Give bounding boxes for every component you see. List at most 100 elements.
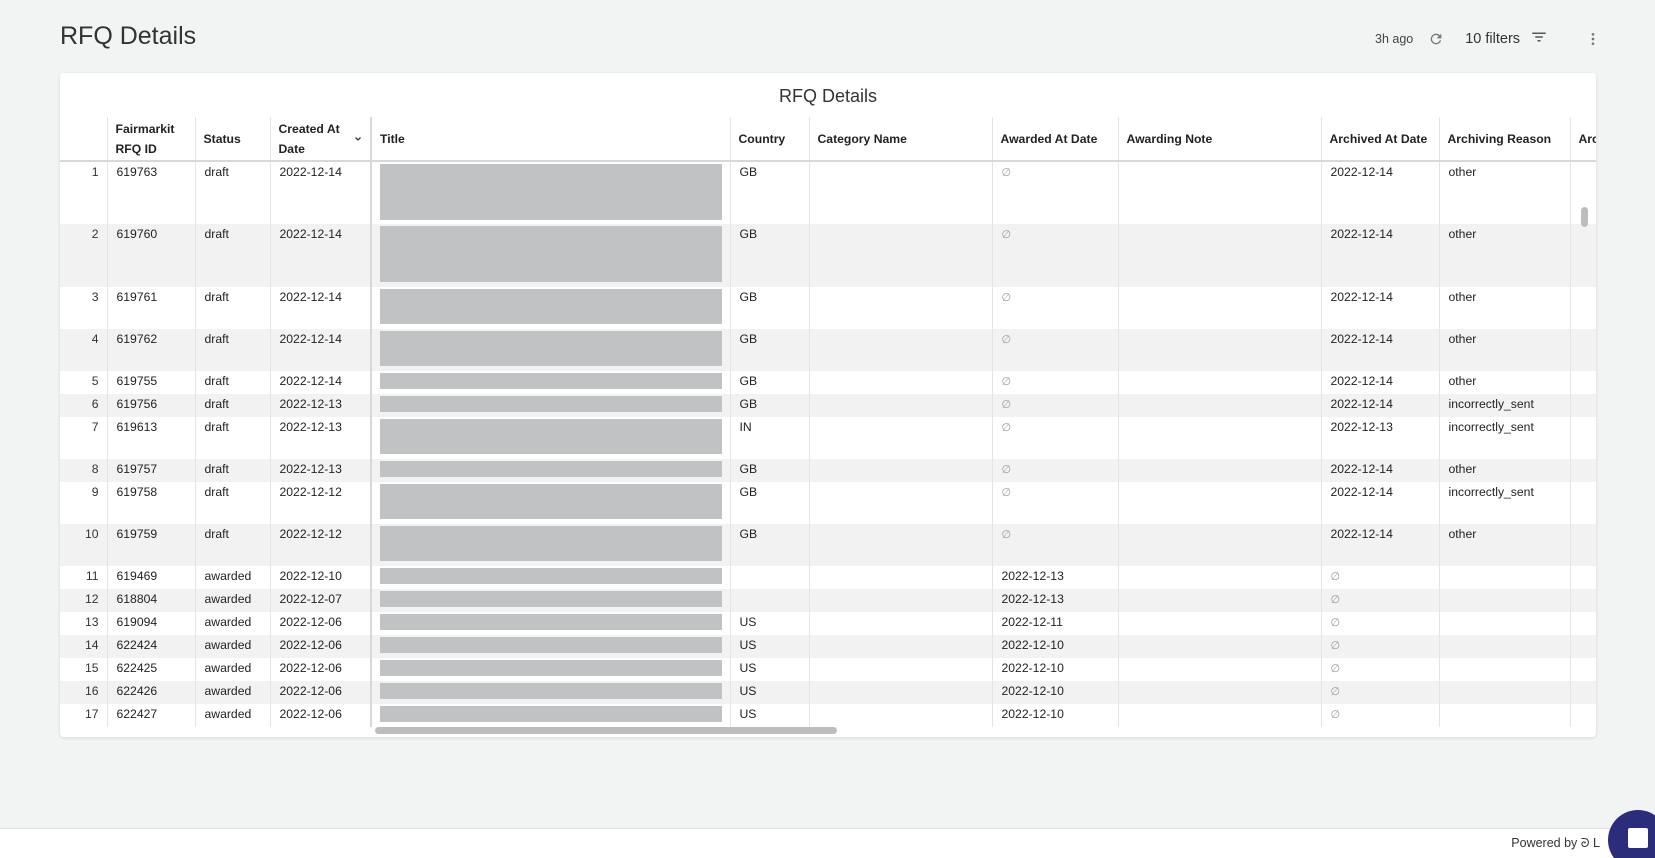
column-header-index <box>60 117 108 162</box>
column-header-archiving-reason[interactable]: Archiving Reason <box>1439 117 1571 162</box>
row-number: 7 <box>60 417 108 459</box>
cell-country: US <box>730 658 810 681</box>
cell-arc <box>1570 329 1596 371</box>
column-header-title[interactable]: Title <box>371 117 731 162</box>
row-number: 16 <box>60 681 108 704</box>
cell-title <box>371 612 731 635</box>
null-value: ∅ <box>1001 487 1012 499</box>
cell-title <box>371 224 731 287</box>
cell-created-at: 2022-12-14 <box>270 371 372 394</box>
null-value: ∅ <box>1001 399 1012 411</box>
cell-category <box>809 566 993 589</box>
cell-awarded-at: ∅ <box>992 417 1119 459</box>
cell-created-at: 2022-12-06 <box>270 612 372 635</box>
redacted-title <box>380 614 722 630</box>
cell-category <box>809 589 993 612</box>
cell-archiving-reason <box>1439 635 1571 658</box>
data-grid[interactable]: Fairmarkit RFQ ID Status Created At Date… <box>60 117 1596 737</box>
cell-arc <box>1570 224 1596 287</box>
cell-title <box>371 417 731 459</box>
table-row[interactable]: 10 619759 draft 2022-12-12 GB ∅ 2022-12-14 othe… <box>60 524 1596 566</box>
cell-rfq-id: 619761 <box>107 287 196 329</box>
column-header-arc[interactable]: Arc <box>1570 117 1596 162</box>
table-row[interactable]: 6 619756 draft 2022-12-13 GB ∅ 2022-12-14 incor… <box>60 394 1596 417</box>
table-row[interactable]: 1 619763 draft 2022-12-14 GB ∅ 2022-12-14 other <box>60 161 1596 224</box>
table-row[interactable]: 15 622425 awarded 2022-12-06 US 2022-12-10 ∅ <box>60 658 1596 681</box>
cell-country: GB <box>730 459 810 482</box>
cell-arc <box>1570 635 1596 658</box>
table-row[interactable]: 8 619757 draft 2022-12-13 GB ∅ 2022-12-14 other <box>60 459 1596 482</box>
column-header-archived-at[interactable]: Archived At Date <box>1321 117 1440 162</box>
cell-category <box>809 161 993 224</box>
cell-rfq-id: 619758 <box>107 482 196 524</box>
column-header-awarding-note[interactable]: Awarding Note <box>1118 117 1322 162</box>
chat-launcher-icon[interactable] <box>1608 810 1655 858</box>
cell-status: draft <box>195 524 271 566</box>
cell-archived-at: 2022-12-14 <box>1321 161 1440 224</box>
cell-awarded-at: ∅ <box>992 482 1119 524</box>
cell-awarding-note <box>1118 394 1322 417</box>
table-row[interactable]: 16 622426 awarded 2022-12-06 US 2022-12-10 ∅ <box>60 681 1596 704</box>
cell-arc <box>1570 287 1596 329</box>
table-row[interactable]: 9 619758 draft 2022-12-12 GB ∅ 2022-12-14 incor… <box>60 482 1596 524</box>
cell-awarded-at: ∅ <box>992 394 1119 417</box>
cell-category <box>809 681 993 704</box>
table-row[interactable]: 2 619760 draft 2022-12-14 GB ∅ 2022-12-14 other <box>60 224 1596 287</box>
cell-country: GB <box>730 394 810 417</box>
cell-country: GB <box>730 371 810 394</box>
cell-created-at: 2022-12-13 <box>270 394 372 417</box>
cell-title <box>371 589 731 612</box>
cell-status: awarded <box>195 658 271 681</box>
cell-country: GB <box>730 287 810 329</box>
cell-rfq-id: 622426 <box>107 681 196 704</box>
filters-button[interactable]: 10 filters <box>1465 28 1558 50</box>
cell-awarded-at: 2022-12-10 <box>992 704 1119 727</box>
cell-created-at: 2022-12-13 <box>270 459 372 482</box>
column-header-country[interactable]: Country <box>730 117 810 162</box>
column-header-created-at[interactable]: Created At Date <box>270 117 372 162</box>
cell-category <box>809 612 993 635</box>
redacted-title <box>380 331 722 366</box>
column-header-awarded-at[interactable]: Awarded At Date <box>992 117 1119 162</box>
column-header-rfq-id[interactable]: Fairmarkit RFQ ID <box>107 117 196 162</box>
row-number: 9 <box>60 482 108 524</box>
redacted-title <box>380 637 722 653</box>
null-value: ∅ <box>1330 594 1341 606</box>
cell-awarding-note <box>1118 524 1322 566</box>
redacted-title <box>380 419 722 454</box>
cell-archived-at: 2022-12-14 <box>1321 224 1440 287</box>
vertical-scrollbar[interactable] <box>1581 207 1588 227</box>
cell-rfq-id: 622427 <box>107 704 196 727</box>
table-row[interactable]: 7 619613 draft 2022-12-13 IN ∅ 2022-12-13 incor… <box>60 417 1596 459</box>
cell-arc <box>1570 612 1596 635</box>
cell-title <box>371 394 731 417</box>
table-row[interactable]: 13 619094 awarded 2022-12-06 US 2022-12-11 ∅ <box>60 612 1596 635</box>
table-row[interactable]: 11 619469 awarded 2022-12-10 2022-12-13 ∅ <box>60 566 1596 589</box>
more-vert-icon[interactable] <box>1582 28 1604 50</box>
table-row[interactable]: 17 622427 awarded 2022-12-06 US 2022-12-10 ∅ <box>60 704 1596 727</box>
table-row[interactable]: 5 619755 draft 2022-12-14 GB ∅ 2022-12-14 other <box>60 371 1596 394</box>
cell-awarding-note <box>1118 161 1322 224</box>
table-row[interactable]: 12 618804 awarded 2022-12-07 2022-12-13 ∅ <box>60 589 1596 612</box>
row-number: 3 <box>60 287 108 329</box>
chevron-down-icon[interactable] <box>352 131 364 151</box>
cell-awarded-at: 2022-12-10 <box>992 681 1119 704</box>
table-row[interactable]: 4 619762 draft 2022-12-14 GB ∅ 2022-12-14 other <box>60 329 1596 371</box>
cell-archived-at: ∅ <box>1321 681 1440 704</box>
cell-status: draft <box>195 329 271 371</box>
table-row[interactable]: 14 622424 awarded 2022-12-06 US 2022-12-10 ∅ <box>60 635 1596 658</box>
refresh-icon[interactable] <box>1425 28 1447 50</box>
table-row[interactable]: 3 619761 draft 2022-12-14 GB ∅ 2022-12-14 other <box>60 287 1596 329</box>
cell-archiving-reason: other <box>1439 371 1571 394</box>
null-value: ∅ <box>1001 376 1012 388</box>
column-header-status[interactable]: Status <box>195 117 271 162</box>
horizontal-scrollbar[interactable] <box>375 727 837 734</box>
table-body: 1 619763 draft 2022-12-14 GB ∅ 2022-12-14 other… <box>60 161 1596 727</box>
cell-category <box>809 704 993 727</box>
cell-awarded-at: 2022-12-11 <box>992 612 1119 635</box>
cell-awarding-note <box>1118 589 1322 612</box>
null-value: ∅ <box>1001 464 1012 476</box>
cell-status: draft <box>195 371 271 394</box>
cell-country: GB <box>730 161 810 224</box>
column-header-category[interactable]: Category Name <box>809 117 993 162</box>
